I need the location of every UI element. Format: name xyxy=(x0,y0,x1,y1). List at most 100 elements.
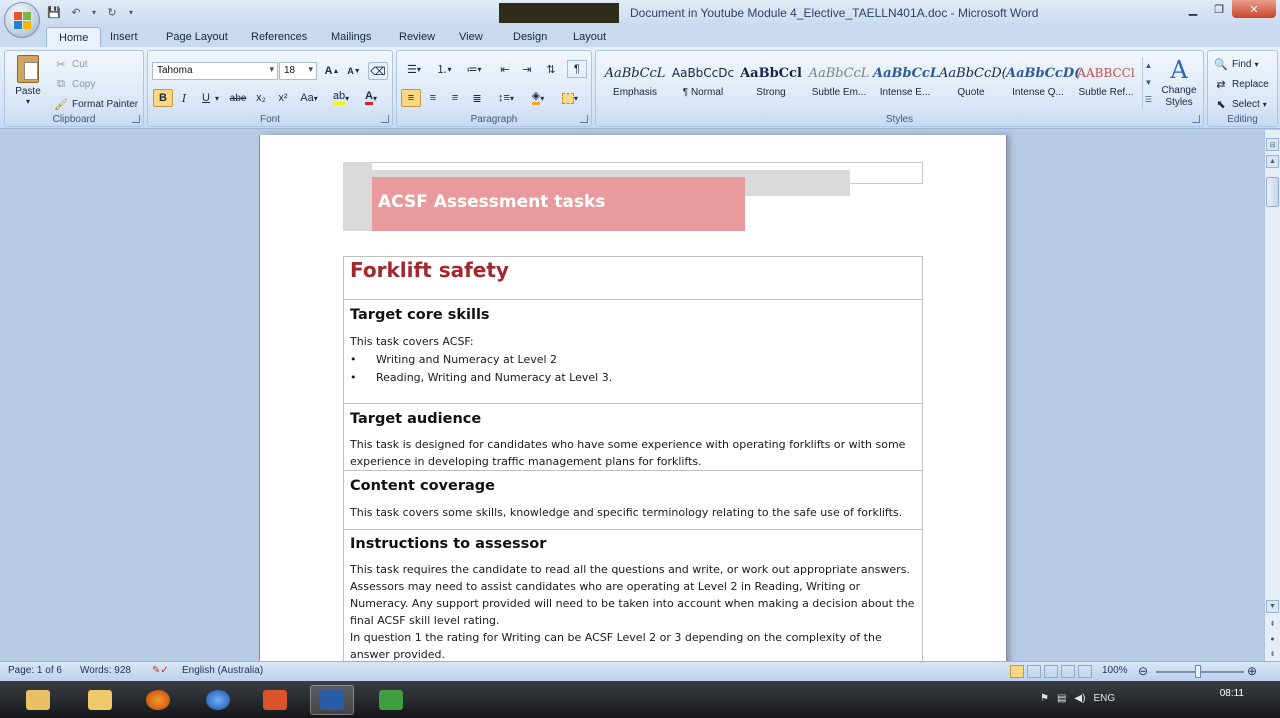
draft-icon[interactable] xyxy=(1078,665,1092,678)
sort-icon[interactable]: ⇅ xyxy=(541,60,561,78)
style-strong[interactable]: AaBbCcl Strong xyxy=(738,59,804,109)
tray-lang[interactable]: ENG xyxy=(1093,693,1115,704)
font-size-combo[interactable]: 18 xyxy=(279,62,317,80)
zoom-level[interactable]: 100% xyxy=(1102,665,1128,676)
style-quote[interactable]: AaBbCcD( Quote xyxy=(938,59,1007,109)
scroll-thumb[interactable] xyxy=(1266,177,1279,207)
style-intense-quote[interactable]: AaBbCcD( Intense Q... xyxy=(1005,59,1080,109)
find-button[interactable]: 🔍 Find ▾ xyxy=(1213,56,1258,72)
tab-home[interactable]: Home xyxy=(46,27,102,47)
styles-dialog-launcher[interactable] xyxy=(1192,115,1200,123)
style-normal[interactable]: AaBbCcDc ¶ Normal xyxy=(670,59,736,109)
zoom-slider-thumb[interactable] xyxy=(1195,665,1201,678)
copy-button[interactable]: ⧉ Copy xyxy=(53,76,95,92)
line-spacing-icon[interactable]: ↕≡ ▾ xyxy=(493,89,519,107)
tab-design[interactable]: Design xyxy=(501,27,559,47)
zoom-out-icon[interactable]: ⊖ xyxy=(1138,664,1148,678)
taskbar-word[interactable] xyxy=(310,685,354,715)
clipboard-dialog-launcher[interactable] xyxy=(132,115,140,123)
proofing-icon[interactable]: ✎✓ xyxy=(152,665,169,676)
ruler-toggle-icon[interactable]: ⊟ xyxy=(1266,138,1279,151)
paste-button[interactable]: Paste ▾ xyxy=(11,55,45,106)
tab-references[interactable]: References xyxy=(239,27,319,47)
styles-gallery-scroll[interactable]: ▲ ▼ ☰ xyxy=(1142,57,1154,109)
multilevel-list-icon[interactable]: ≔ ▾ xyxy=(461,60,487,78)
change-styles-button[interactable]: A Change Styles xyxy=(1158,55,1200,113)
tab-insert[interactable]: Insert xyxy=(98,27,150,47)
bold-button[interactable]: B xyxy=(153,89,173,107)
change-case-button[interactable]: Aa ▾ xyxy=(296,89,322,107)
style-emphasis[interactable]: AaBbCcL Emphasis xyxy=(602,59,668,109)
tab-mailings[interactable]: Mailings xyxy=(319,27,383,47)
vertical-scrollbar[interactable]: ⊟ ▲ ▼ ⇞ ● ⇟ xyxy=(1264,130,1280,661)
taskbar-mail[interactable] xyxy=(78,685,122,715)
paragraph-dialog-launcher[interactable] xyxy=(580,115,588,123)
language-indicator[interactable]: English (Australia) xyxy=(182,665,263,676)
taskbar-browser[interactable] xyxy=(136,685,180,715)
office-button[interactable] xyxy=(4,2,40,38)
style-subtle-reference[interactable]: AABBCCl Subtle Ref... xyxy=(1073,59,1139,109)
show-formatting-icon[interactable]: ¶ xyxy=(567,60,587,78)
style-intense-emphasis[interactable]: AaBbCcL Intense E... xyxy=(872,59,939,109)
borders-icon[interactable]: ▾ xyxy=(557,89,583,107)
font-name-combo[interactable]: Tahoma xyxy=(152,62,278,80)
zoom-in-icon[interactable]: ⊕ xyxy=(1247,664,1257,678)
tray-network-icon[interactable]: ▤ xyxy=(1057,693,1066,704)
taskbar-media[interactable] xyxy=(196,685,240,715)
save-icon[interactable]: 💾 xyxy=(46,4,62,20)
shading-icon[interactable]: ◈ ▾ xyxy=(525,89,551,107)
italic-button[interactable]: I xyxy=(174,89,194,107)
web-layout-icon[interactable] xyxy=(1044,665,1058,678)
format-painter-button[interactable]: 🖌 Format Painter xyxy=(53,96,138,112)
taskbar-camtasia[interactable] xyxy=(369,685,413,715)
paste-dropdown-icon[interactable]: ▾ xyxy=(11,97,45,106)
undo-dropdown-icon[interactable]: ▾ xyxy=(90,4,98,20)
tab-layout[interactable]: Layout xyxy=(561,27,618,47)
minimize-icon[interactable]: ▁ xyxy=(1180,0,1206,18)
clear-formatting-icon[interactable]: ⌫ xyxy=(368,62,388,80)
justify-icon[interactable]: ≣ xyxy=(467,89,487,107)
taskbar-powerpoint[interactable] xyxy=(253,685,297,715)
numbering-icon[interactable]: ⒈ ▾ xyxy=(431,60,457,78)
style-subtle-emphasis[interactable]: AaBbCcL Subtle Em... xyxy=(806,59,872,109)
select-button[interactable]: ⬉ Select ▾ xyxy=(1213,96,1266,112)
shrink-font-button[interactable]: A ▼ xyxy=(344,62,364,80)
decrease-indent-icon[interactable]: ⇤ xyxy=(495,60,515,78)
increase-indent-icon[interactable]: ⇥ xyxy=(517,60,537,78)
font-dialog-launcher[interactable] xyxy=(381,115,389,123)
strikethrough-button[interactable]: abe xyxy=(228,89,248,107)
scroll-up-icon[interactable]: ▲ xyxy=(1266,155,1279,168)
highlight-button[interactable]: ab ▾ xyxy=(328,89,354,107)
previous-page-icon[interactable]: ⇞ xyxy=(1266,617,1279,630)
outline-icon[interactable] xyxy=(1061,665,1075,678)
redo-icon[interactable]: ↻ xyxy=(104,4,120,20)
underline-dropdown-icon[interactable]: ▾ xyxy=(212,89,222,107)
tray-flag-icon[interactable]: ⚑ xyxy=(1040,693,1049,704)
next-page-icon[interactable]: ⇟ xyxy=(1266,647,1279,660)
bullets-icon[interactable]: ☰ ▾ xyxy=(401,60,427,78)
tab-view[interactable]: View xyxy=(447,27,495,47)
grow-font-button[interactable]: A ▲ xyxy=(322,62,342,80)
replace-button[interactable]: ⇄ Replace xyxy=(1213,76,1268,92)
customize-qat-icon[interactable]: ▾ xyxy=(126,4,136,20)
tab-review[interactable]: Review xyxy=(387,27,447,47)
word-count[interactable]: Words: 928 xyxy=(80,665,131,676)
print-layout-icon[interactable] xyxy=(1010,665,1024,678)
close-icon[interactable]: ✕ xyxy=(1232,0,1276,18)
subscript-button[interactable]: x₂ xyxy=(251,89,271,107)
align-center-icon[interactable]: ≡ xyxy=(423,89,443,107)
font-color-button[interactable]: A ▾ xyxy=(358,89,384,107)
taskbar-explorer[interactable] xyxy=(16,685,60,715)
cut-button[interactable]: ✂ Cut xyxy=(53,56,87,72)
undo-icon[interactable]: ↶ xyxy=(68,4,84,20)
align-left-icon[interactable]: ≡ xyxy=(401,89,421,107)
tab-page-layout[interactable]: Page Layout xyxy=(154,27,240,47)
scroll-down-icon[interactable]: ▼ xyxy=(1266,600,1279,613)
document-page[interactable]: ACSF Assessment tasks Forklift safety Ta… xyxy=(260,135,1006,661)
select-browse-object-icon[interactable]: ● xyxy=(1266,633,1279,646)
maximize-icon[interactable]: ❐ xyxy=(1206,0,1232,18)
page-indicator[interactable]: Page: 1 of 6 xyxy=(8,665,62,676)
tray-volume-icon[interactable]: ◀) xyxy=(1074,693,1085,704)
align-right-icon[interactable]: ≡ xyxy=(445,89,465,107)
full-screen-reading-icon[interactable] xyxy=(1027,665,1041,678)
